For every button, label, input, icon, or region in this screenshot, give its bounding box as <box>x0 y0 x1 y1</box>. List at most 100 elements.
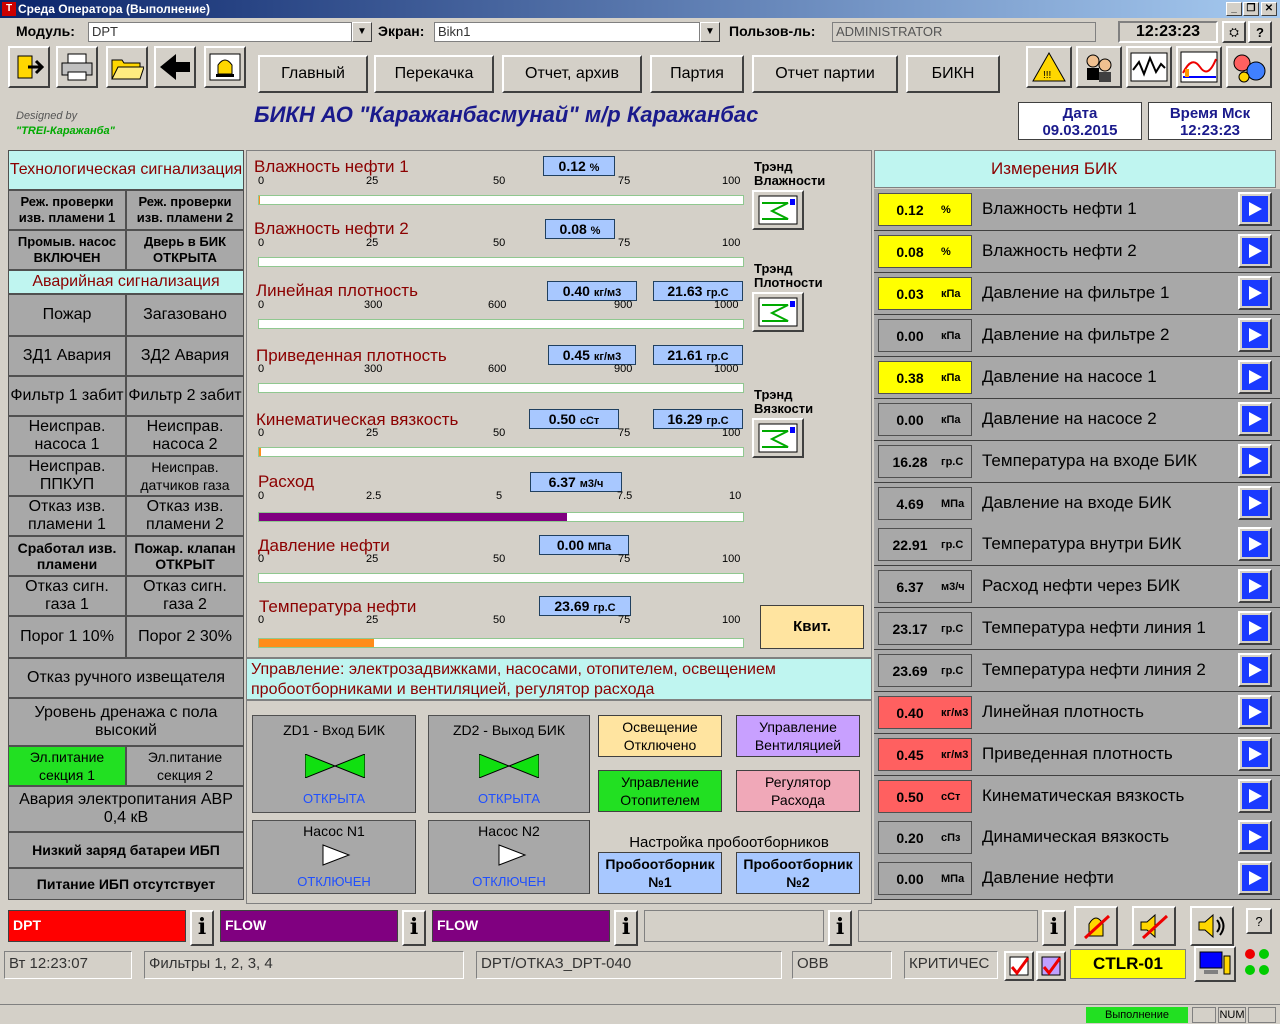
manual-detector[interactable]: Отказ ручного извещателя <box>8 658 244 698</box>
nav-main-button[interactable]: Главный <box>258 55 368 93</box>
ventilation-button[interactable]: Управление Вентиляцией <box>736 715 860 757</box>
play-arrow-icon[interactable] <box>1238 402 1272 436</box>
help-icon[interactable]: ? <box>1248 21 1272 43</box>
fire-alarm[interactable]: Пожар <box>8 294 126 336</box>
gas-sensor-fault[interactable]: Неисправ. датчиков газа <box>126 456 244 496</box>
open-folder-icon[interactable] <box>106 46 148 88</box>
play-arrow-icon[interactable] <box>1238 779 1272 813</box>
checklist-icon[interactable] <box>1004 951 1034 981</box>
alarm-slot-1[interactable]: DPT <box>8 910 186 942</box>
play-arrow-icon[interactable] <box>1238 861 1272 895</box>
sampler1-button[interactable]: Пробоотборник №1 <box>598 852 722 894</box>
avr-alarm[interactable]: Авария электропитания АВР 0,4 кВ <box>8 786 244 832</box>
trend-viscosity-icon[interactable] <box>752 418 804 458</box>
users-icon[interactable] <box>1076 46 1122 88</box>
sound-icon[interactable] <box>1190 906 1234 946</box>
back-arrow-icon[interactable] <box>154 46 196 88</box>
play-arrow-icon[interactable] <box>1238 192 1272 226</box>
sound-mute-icon[interactable] <box>1132 906 1176 946</box>
exit-icon[interactable] <box>8 46 50 88</box>
ppkup-fault[interactable]: Неисправ. ППКУП <box>8 456 126 496</box>
play-arrow-icon[interactable] <box>1238 653 1272 687</box>
power-section-2[interactable]: Эл.питание секция 2 <box>126 746 244 786</box>
alarm-bell-icon[interactable] <box>204 46 246 88</box>
play-arrow-icon[interactable] <box>1238 234 1272 268</box>
user-switch-icon[interactable]: ⛭ <box>1222 21 1246 43</box>
alarm-slot-4[interactable] <box>644 910 824 942</box>
module-dropdown-icon[interactable]: ▼ <box>352 22 372 42</box>
info-icon[interactable]: i <box>1042 910 1066 946</box>
warning-icon[interactable]: !!! <box>1026 46 1072 88</box>
help-icon[interactable]: ? <box>1246 908 1272 934</box>
module-select[interactable]: DPT <box>88 22 352 42</box>
screen-select[interactable]: Bikn1 <box>434 22 700 42</box>
regulator-button[interactable]: Регулятор Расхода <box>736 770 860 812</box>
door-open[interactable]: Дверь в БИК ОТКРЫТА <box>126 230 244 270</box>
play-arrow-icon[interactable] <box>1238 695 1272 729</box>
power-section-1[interactable]: Эл.питание секция 1 <box>8 746 126 786</box>
gas-signal-2[interactable]: Отказ сигн. газа 2 <box>126 576 244 616</box>
flame-fail-2[interactable]: Отказ изв. пламени 2 <box>126 496 244 536</box>
zd1-alarm[interactable]: ЗД1 Авария <box>8 336 126 376</box>
nav-bikn-button[interactable]: БИКН <box>906 55 1000 93</box>
filter2-alarm[interactable]: Фильтр 2 забит <box>126 376 244 416</box>
lighting-button[interactable]: Освещение Отключено <box>598 715 722 757</box>
threshold-1[interactable]: Порог 1 10% <box>8 616 126 658</box>
alarm-slot-2[interactable]: FLOW <box>220 910 398 942</box>
nav-batch-button[interactable]: Партия <box>650 55 744 93</box>
pump2[interactable]: Насос N2 ОТКЛЮЧЕН <box>428 820 590 894</box>
nav-pump-button[interactable]: Перекачка <box>374 55 494 93</box>
zd2-alarm[interactable]: ЗД2 Авария <box>126 336 244 376</box>
gas-signal-1[interactable]: Отказ сигн. газа 1 <box>8 576 126 616</box>
play-arrow-icon[interactable] <box>1238 318 1272 352</box>
screen-dropdown-icon[interactable]: ▼ <box>700 22 720 42</box>
alarm-slot-5[interactable] <box>858 910 1038 942</box>
info-icon[interactable]: i <box>614 910 638 946</box>
nav-batch-report-button[interactable]: Отчет партии <box>752 55 898 93</box>
nav-report-button[interactable]: Отчет, архив <box>502 55 642 93</box>
alarm-slot-3[interactable]: FLOW <box>432 910 610 942</box>
flame-check-2[interactable]: Реж. проверки изв. пламени 2 <box>126 190 244 230</box>
trend-moisture-icon[interactable] <box>752 190 804 230</box>
play-arrow-icon[interactable] <box>1238 486 1272 520</box>
info-icon[interactable]: i <box>402 910 426 946</box>
pump2-fault[interactable]: Неисправ. насоса 2 <box>126 416 244 456</box>
flame-fail-1[interactable]: Отказ изв. пламени 1 <box>8 496 126 536</box>
filter1-alarm[interactable]: Фильтр 1 забит <box>8 376 126 416</box>
flush-pump[interactable]: Промыв. насос ВКЛЮЧЕН <box>8 230 126 270</box>
ups-battery[interactable]: Низкий заряд батареи ИБП <box>8 832 244 868</box>
alarm-ack-bell-icon[interactable] <box>1074 906 1118 946</box>
play-arrow-icon[interactable] <box>1238 737 1272 771</box>
flame-triggered[interactable]: Сработал изв. пламени <box>8 536 126 576</box>
info-icon[interactable]: i <box>190 910 214 946</box>
pump1[interactable]: Насос N1 ОТКЛЮЧЕН <box>252 820 416 894</box>
play-arrow-icon[interactable] <box>1238 569 1272 603</box>
heater-button[interactable]: Управление Отопителем <box>598 770 722 812</box>
pump1-fault[interactable]: Неисправ. насоса 1 <box>8 416 126 456</box>
play-arrow-icon[interactable] <box>1238 444 1272 478</box>
zd2-valve[interactable]: ZD2 - Выход БИК ОТКРЫТА <box>428 715 590 813</box>
zd1-valve[interactable]: ZD1 - Вход БИК ОТКРЫТА <box>252 715 416 813</box>
restore-icon[interactable]: ❐ <box>1243 2 1259 16</box>
play-arrow-icon[interactable] <box>1238 820 1272 854</box>
close-icon[interactable]: ✕ <box>1261 2 1277 16</box>
minimize-icon[interactable]: _ <box>1226 2 1242 16</box>
flame-check-1[interactable]: Реж. проверки изв. пламени 1 <box>8 190 126 230</box>
trend-density-icon[interactable] <box>752 292 804 332</box>
drain-level[interactable]: Уровень дренажа с пола высокий <box>8 698 244 746</box>
play-arrow-icon[interactable] <box>1238 360 1272 394</box>
gas-alarm[interactable]: Загазовано <box>126 294 244 336</box>
report-chart-icon[interactable] <box>1176 46 1222 88</box>
threshold-2[interactable]: Порог 2 30% <box>126 616 244 658</box>
settings-gears-icon[interactable] <box>1226 46 1272 88</box>
fire-valve[interactable]: Пожар. клапан ОТКРЫТ <box>126 536 244 576</box>
ups-power[interactable]: Питание ИБП отсутствует <box>8 868 244 900</box>
trend-icon[interactable] <box>1126 46 1172 88</box>
workstation-icon[interactable] <box>1194 946 1236 982</box>
print-icon[interactable] <box>56 46 98 88</box>
play-arrow-icon[interactable] <box>1238 611 1272 645</box>
info-icon[interactable]: i <box>828 910 852 946</box>
checklist-multi-icon[interactable] <box>1036 951 1066 981</box>
play-arrow-icon[interactable] <box>1238 276 1272 310</box>
ack-button[interactable]: Квит. <box>760 605 864 649</box>
